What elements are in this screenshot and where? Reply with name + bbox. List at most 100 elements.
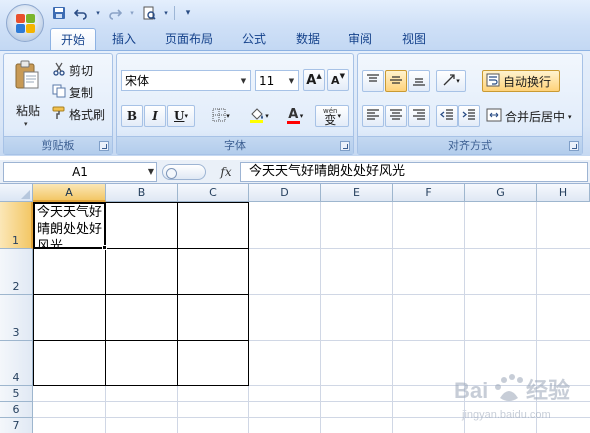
font-color-button[interactable]: A ▾ xyxy=(279,105,311,127)
print-preview-icon[interactable] xyxy=(140,4,158,22)
align-right-button[interactable] xyxy=(408,105,430,127)
column-header-h[interactable]: H xyxy=(537,184,590,202)
phonetic-button[interactable]: wén 变 ▾ xyxy=(315,105,349,127)
align-top-button[interactable] xyxy=(362,70,384,92)
formula-cancel-button[interactable] xyxy=(162,164,206,180)
tab-formulas[interactable]: 公式 xyxy=(232,28,276,50)
phonetic-dropdown-icon: ▾ xyxy=(337,112,341,120)
font-name-dropdown-icon: ▼ xyxy=(240,76,247,85)
office-logo-icon xyxy=(16,14,35,33)
gridline xyxy=(392,202,393,433)
formula-bar: A1 ▼ fx 今天天气好晴朗处处好风光 xyxy=(0,160,590,184)
font-size-dropdown[interactable]: 11 ▼ xyxy=(255,70,299,91)
grow-font-label: A xyxy=(306,72,317,88)
decrease-indent-button[interactable] xyxy=(436,105,458,127)
fill-color-button[interactable]: ▾ xyxy=(243,105,275,127)
column-header-f[interactable]: F xyxy=(393,184,465,202)
align-left-button[interactable] xyxy=(362,105,384,127)
column-header-c[interactable]: C xyxy=(178,184,249,202)
customize-qat-icon[interactable]: ▾ xyxy=(179,4,197,22)
preview-dropdown-icon[interactable]: ▾ xyxy=(162,4,170,22)
column-header-a[interactable]: A xyxy=(33,184,106,202)
redo-dropdown-icon[interactable]: ▾ xyxy=(128,4,136,22)
bold-button[interactable]: B xyxy=(121,105,143,127)
ribbon-tabs: 开始 插入 页面布局 公式 数据 审阅 视图 xyxy=(0,26,590,50)
undo-dropdown-icon[interactable]: ▾ xyxy=(94,4,102,22)
increase-indent-button[interactable] xyxy=(458,105,480,127)
merge-center-dropdown-icon: ▾ xyxy=(568,112,572,121)
grow-font-button[interactable]: A ▲ xyxy=(303,69,325,91)
wrap-text-button[interactable]: 自动换行 xyxy=(482,70,560,92)
tab-insert[interactable]: 插入 xyxy=(102,28,146,50)
orientation-dropdown-icon: ▾ xyxy=(456,77,460,85)
font-name-dropdown[interactable]: 宋体 ▼ xyxy=(121,70,251,91)
font-color-dropdown-icon: ▾ xyxy=(299,112,304,120)
align-top-icon xyxy=(366,73,380,89)
row-header-5[interactable]: 5 xyxy=(0,386,33,402)
alignment-launcher-icon[interactable] xyxy=(569,141,579,151)
cut-button[interactable]: 剪切 xyxy=(52,62,93,79)
borders-dropdown-icon: ▾ xyxy=(226,112,230,120)
column-header-e[interactable]: E xyxy=(321,184,393,202)
name-box[interactable]: A1 ▼ xyxy=(3,162,157,182)
bold-label: B xyxy=(126,109,138,123)
copy-icon xyxy=(52,84,66,101)
tab-review[interactable]: 审阅 xyxy=(338,28,382,50)
cut-label: 剪切 xyxy=(69,64,94,78)
clipboard-launcher-icon[interactable] xyxy=(99,141,109,151)
align-bottom-button[interactable] xyxy=(408,70,430,92)
select-all-button[interactable] xyxy=(0,184,33,202)
tab-home[interactable]: 开始 xyxy=(50,28,96,50)
font-group-label: 字体 xyxy=(117,136,353,154)
name-box-value: A1 xyxy=(72,165,88,179)
column-header-g[interactable]: G xyxy=(465,184,537,202)
font-color-swatch xyxy=(286,120,300,124)
row-header-2[interactable]: 2 xyxy=(0,249,33,295)
tab-page-layout[interactable]: 页面布局 xyxy=(156,28,222,50)
row-header-4[interactable]: 4 xyxy=(0,341,33,386)
align-middle-icon xyxy=(389,74,403,89)
borders-button[interactable]: ▾ xyxy=(205,105,237,127)
tab-data[interactable]: 数据 xyxy=(286,28,330,50)
paste-button[interactable]: 粘贴 ▾ xyxy=(8,58,46,130)
alignment-group: ▾ 自动换行 合并后居中 ▾ 对齐方式 xyxy=(357,53,583,155)
merge-center-button[interactable]: 合并后居中 ▾ xyxy=(486,108,572,125)
row-header-1[interactable]: 1 xyxy=(0,202,33,249)
row-header-6[interactable]: 6 xyxy=(0,402,33,418)
orientation-button[interactable]: ▾ xyxy=(436,70,466,92)
save-icon[interactable] xyxy=(50,4,68,22)
align-middle-button[interactable] xyxy=(385,70,407,92)
align-center-icon xyxy=(389,108,403,124)
format-painter-button[interactable]: 格式刷 xyxy=(52,106,105,123)
copy-button[interactable]: 复制 xyxy=(52,84,93,101)
shrink-font-label: A xyxy=(331,73,340,87)
formula-input[interactable]: 今天天气好晴朗处处好风光 xyxy=(240,162,588,182)
title-bar: ▾ ▾ ▾ ▾ xyxy=(0,0,590,26)
undo-icon[interactable] xyxy=(72,4,90,22)
copy-label: 复制 xyxy=(69,86,94,100)
increase-indent-icon xyxy=(462,108,476,124)
underline-button[interactable]: U ▾ xyxy=(167,105,195,127)
font-launcher-icon[interactable] xyxy=(340,141,350,151)
paint-bucket-icon xyxy=(249,107,265,126)
shrink-font-button[interactable]: A ▼ xyxy=(327,69,349,91)
underline-dropdown-icon: ▾ xyxy=(184,112,188,120)
format-painter-label: 格式刷 xyxy=(69,108,106,122)
redo-icon[interactable] xyxy=(106,4,124,22)
italic-button[interactable]: I xyxy=(144,105,166,127)
gridline xyxy=(320,202,321,433)
row-header-7[interactable]: 7 xyxy=(0,418,33,433)
office-button[interactable] xyxy=(6,4,44,42)
fill-color-dropdown-icon: ▾ xyxy=(265,112,269,120)
align-center-button[interactable] xyxy=(385,105,407,127)
row-header-3[interactable]: 3 xyxy=(0,295,33,341)
insert-function-button[interactable]: fx xyxy=(216,162,236,182)
font-color-letter: A xyxy=(288,106,299,122)
column-header-b[interactable]: B xyxy=(106,184,178,202)
paste-dropdown-icon: ▾ xyxy=(24,120,28,128)
tab-view[interactable]: 视图 xyxy=(392,28,436,50)
column-header-d[interactable]: D xyxy=(249,184,321,202)
phonetic-icon: wén 变 xyxy=(323,107,337,126)
fill-handle[interactable] xyxy=(102,245,107,250)
align-bottom-icon xyxy=(412,74,426,89)
